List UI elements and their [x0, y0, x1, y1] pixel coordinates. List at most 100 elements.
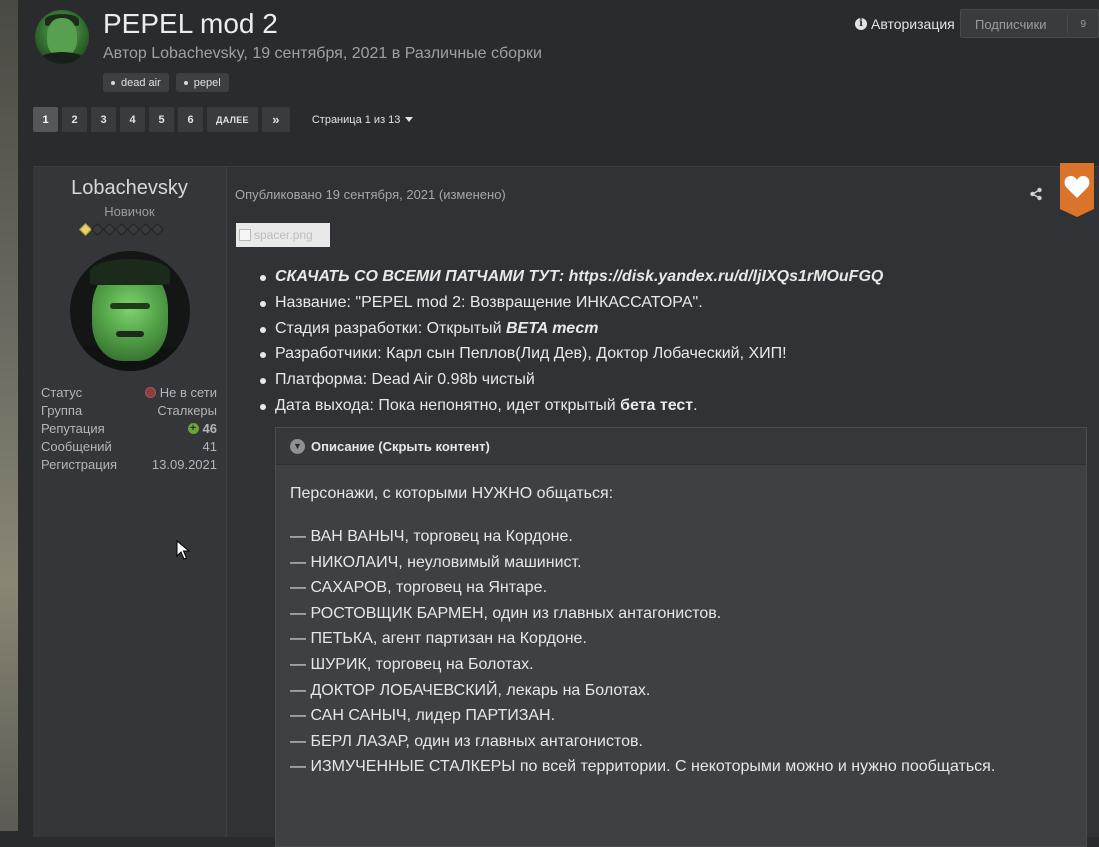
- download-link[interactable]: СКАЧАТЬ СО ВСЕМИ ПАТЧАМИ ТУТ: https://di…: [275, 268, 883, 285]
- tag-label: dead air: [121, 76, 161, 89]
- rank-pip: [127, 223, 140, 236]
- character-line: — ВАН ВАНЫЧ, торговец на Кордоне.: [290, 528, 573, 545]
- rank-pip: [139, 223, 152, 236]
- spoiler-toggle[interactable]: ▼ Описание (Скрыть контент): [276, 428, 1086, 465]
- spoiler-content: Персонажи, с которыми НУЖНО общаться: — …: [276, 465, 1086, 798]
- mouse-cursor-icon: [176, 540, 190, 560]
- share-icon[interactable]: [1029, 187, 1043, 201]
- stat-key: Регистрация: [41, 456, 117, 472]
- offline-status-icon: [144, 386, 156, 398]
- spoiler-title: Описание (Скрыть контент): [311, 438, 490, 454]
- stage-beta: BETA тест: [505, 319, 599, 337]
- stat-key: Сообщений: [41, 438, 112, 454]
- page-3-button[interactable]: 3: [91, 107, 116, 132]
- tag-list: dead air pepel: [103, 73, 229, 92]
- stat-row: Сообщений 41: [41, 437, 217, 455]
- subscribers-label: Подписчики: [975, 17, 1047, 32]
- last-page-button[interactable]: »: [261, 107, 290, 132]
- meta-date: , 19 сентября, 2021 в: [243, 45, 405, 62]
- stat-row: Репутация +46: [41, 419, 217, 437]
- character-line: — ИЗМУЧЕННЫЕ СТАЛКЕРЫ по всей территории…: [290, 758, 996, 776]
- stat-row: Группа Сталкеры: [41, 401, 217, 419]
- download-item[interactable]: СКАЧАТЬ СО ВСЕМИ ПАТЧАМИ ТУТ: https://di…: [259, 264, 883, 290]
- login-link[interactable]: i Авторизация: [855, 16, 955, 32]
- post-info-list: СКАЧАТЬ СО ВСЕМИ ПАТЧАМИ ТУТ: https://di…: [259, 264, 883, 419]
- rank-pip: [103, 223, 116, 236]
- rank-pip: [115, 223, 128, 236]
- tag-label: pepel: [193, 76, 221, 89]
- release-suffix: .: [693, 396, 698, 414]
- topic-author-avatar[interactable]: [35, 10, 89, 64]
- reputation-value: 46: [202, 420, 217, 436]
- heart-icon[interactable]: [1060, 163, 1094, 217]
- character-line: — БЕРЛ ЛАЗАР, один из главных антагонист…: [290, 732, 643, 750]
- character-line: — ПЕТЬКА, агент партизан на Кордоне.: [290, 630, 587, 648]
- stat-key: Статус: [41, 384, 83, 400]
- next-page-button[interactable]: ДАЛЕЕ: [207, 107, 258, 132]
- chevron-down-icon: ▼: [290, 438, 305, 454]
- character-line: — НИКОЛАИЧ, неуловимый машинист.: [290, 553, 582, 571]
- stat-row: Статус Не в сети: [41, 383, 217, 401]
- release-prefix: Дата выхода: Пока непонятно, идет открыт…: [275, 396, 621, 414]
- subscribers-count: 9: [1080, 19, 1086, 30]
- character-line: — РОСТОВЩИК БАРМЕН, один из главных анта…: [290, 604, 722, 622]
- tag[interactable]: pepel: [175, 73, 229, 92]
- page-5-button[interactable]: 5: [149, 107, 174, 132]
- stat-value: 41: [202, 438, 217, 454]
- spacer-alt-text: spacer.png: [254, 228, 313, 242]
- post-body: Опубликовано 19 сентября, 2021 (изменено…: [227, 163, 1099, 847]
- stage-prefix: Стадия разработки: Открытый: [275, 319, 506, 337]
- character-line: — ШУРИК, торговец на Болотах.: [290, 655, 534, 673]
- stat-row: Регистрация 13.09.2021: [41, 455, 217, 473]
- character-line: — САН САНЫЧ, лидер ПАРТИЗАН.: [290, 707, 556, 725]
- release-beta: бета тест: [620, 396, 694, 414]
- rank-pip: [79, 223, 92, 236]
- topic-title: PEPEL mod 2: [103, 8, 278, 39]
- stat-value: Сталкеры: [157, 402, 217, 418]
- stat-key: Репутация: [41, 420, 105, 436]
- page-4-button[interactable]: 4: [120, 107, 145, 132]
- post-author-avatar[interactable]: [70, 251, 190, 371]
- spoiler-block: ▼ Описание (Скрыть контент) Персонажи, с…: [275, 427, 1087, 847]
- post-date: Опубликовано 19 сентября, 2021 (изменено…: [235, 187, 506, 202]
- rank-pip: [91, 223, 104, 236]
- pagination: 1 2 3 4 5 6 ДАЛЕЕ » Страница 1 из 13: [33, 107, 414, 132]
- page-6-button[interactable]: 6: [178, 107, 203, 132]
- name-item: Название: "PEPEL mod 2: Возвращение ИНКА…: [259, 290, 883, 316]
- page-2-button[interactable]: 2: [62, 107, 87, 132]
- character-line: — САХАРОВ, торговец на Янтаре.: [290, 579, 548, 597]
- subscribers-button[interactable]: Подписчики 9: [960, 9, 1099, 38]
- page-1-button[interactable]: 1: [33, 107, 58, 132]
- topic-meta: Автор Lobachevsky, 19 сентября, 2021 в Р…: [103, 45, 542, 63]
- release-item: Дата выхода: Пока непонятно, идет открыт…: [259, 393, 883, 419]
- post: Lobachevsky Новичок Статус Не в сети Гру…: [33, 163, 1099, 847]
- page-jump-dropdown[interactable]: Страница 1 из 13: [312, 114, 414, 126]
- stat-key: Группа: [41, 402, 83, 418]
- author-stats: Статус Не в сети Группа Сталкеры Репутац…: [41, 383, 217, 473]
- page-info: Страница 1 из 13: [311, 113, 401, 126]
- stage-item: Стадия разработки: Открытый BETA тест: [259, 316, 883, 342]
- forum-link[interactable]: Различные сборки: [405, 45, 542, 62]
- plus-icon: +: [187, 422, 199, 434]
- character-line: — ДОКТОР ЛОБАЧЕВСКИЙ, лекарь на Болотах.: [290, 681, 651, 699]
- stat-value: 13.09.2021: [151, 456, 217, 472]
- spoiler-intro: Персонажи, с которыми НУЖНО общаться:: [290, 485, 614, 502]
- caret-down-icon: [405, 117, 414, 122]
- rank-pip: [151, 223, 164, 236]
- info-icon: i: [855, 18, 867, 30]
- post-author-panel: Lobachevsky Новичок Статус Не в сети Гру…: [33, 167, 227, 837]
- author-rank: Новичок: [104, 204, 155, 219]
- tag[interactable]: dead air: [103, 73, 169, 92]
- topic-page: PEPEL mod 2 Автор Lobachevsky, 19 сентяб…: [18, 0, 1099, 847]
- spacer-image: spacer.png: [236, 223, 330, 247]
- post-author-name[interactable]: Lobachevsky: [33, 177, 226, 200]
- broken-image-icon: [239, 229, 251, 241]
- meta-prefix: Автор: [103, 45, 152, 62]
- topic-author-link[interactable]: Lobachevsky: [151, 45, 243, 62]
- background-image-strip: [0, 0, 18, 831]
- rank-pips: [79, 223, 164, 236]
- login-label: Авторизация: [871, 16, 955, 32]
- platform-item: Платформа: Dead Air 0.98b чистый: [259, 367, 883, 393]
- devs-item: Разработчики: Карл сын Пеплов(Лид Дев), …: [259, 341, 883, 367]
- stat-value: Не в сети: [159, 384, 217, 400]
